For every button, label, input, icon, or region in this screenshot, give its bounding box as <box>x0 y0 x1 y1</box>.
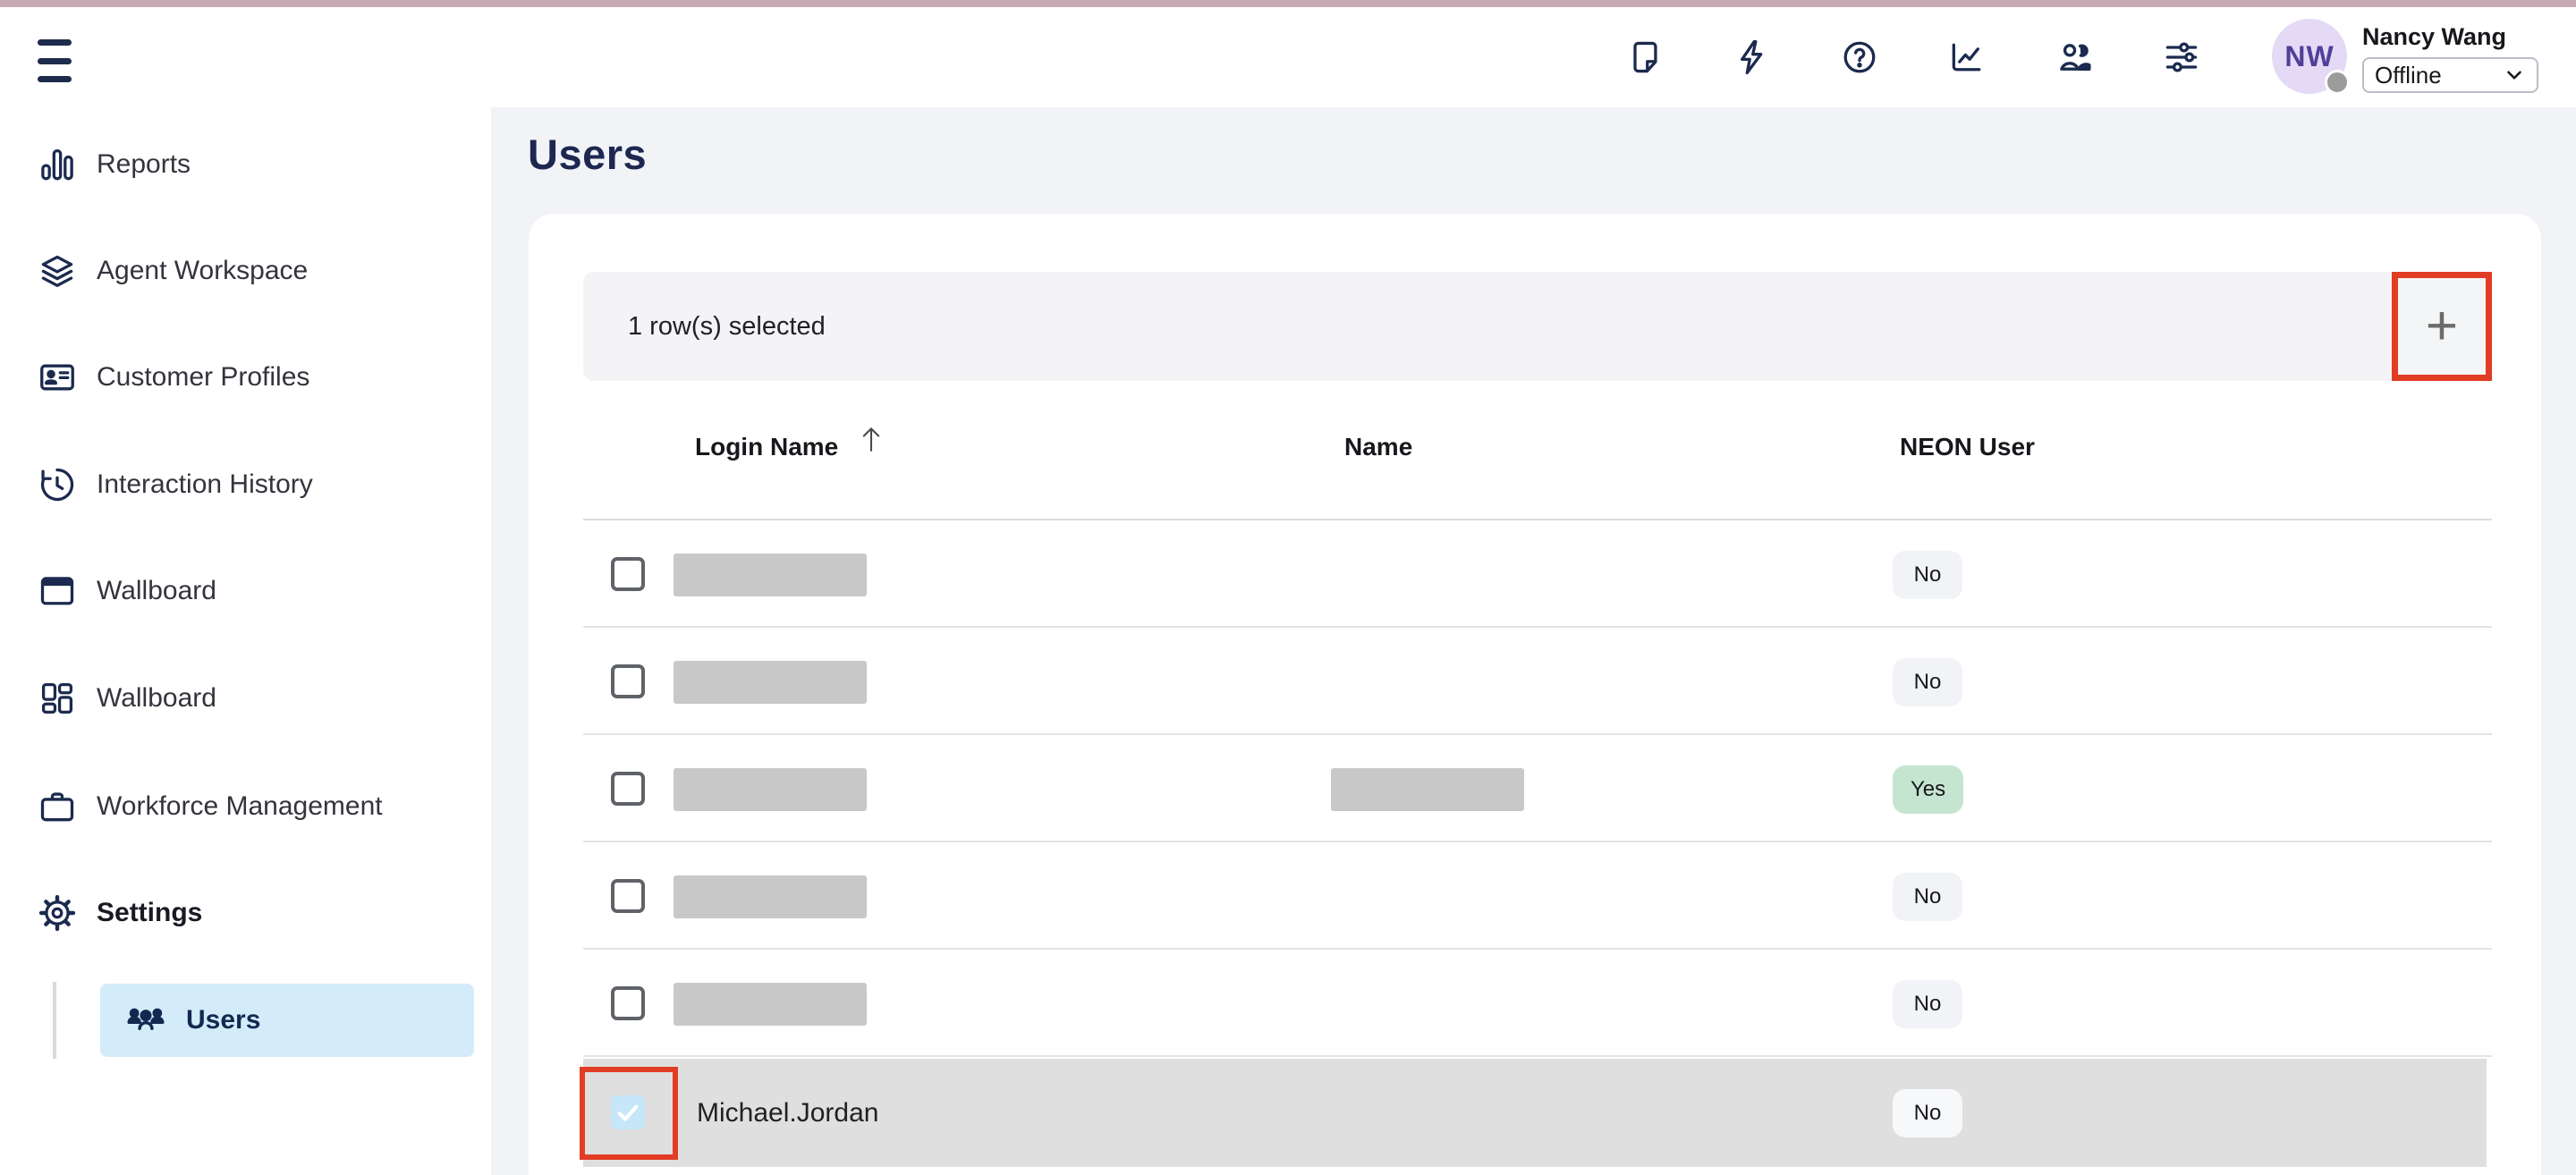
sidebar-item-users[interactable]: Users <box>100 984 474 1057</box>
row-checkbox[interactable] <box>611 986 645 1020</box>
top-accent-line <box>0 0 2576 7</box>
column-header-login-name[interactable]: Login Name <box>695 433 838 461</box>
neon-user-badge: No <box>1893 1089 1962 1137</box>
avatar-initials: NW <box>2284 40 2334 73</box>
hamburger-bar <box>38 58 72 64</box>
users-group-icon <box>125 1000 166 1041</box>
column-header-name[interactable]: Name <box>1344 433 1412 461</box>
add-user-button[interactable]: + <box>2392 272 2492 381</box>
window-icon <box>38 571 77 611</box>
sidebar-item-label: Settings <box>97 898 202 928</box>
sort-ascending-icon[interactable] <box>859 424 884 454</box>
redacted-login-name <box>674 875 867 918</box>
table-toolbar: 1 row(s) selected + <box>583 272 2492 381</box>
table-row[interactable]: No <box>583 950 2492 1057</box>
sidebar-item-label: Wallboard <box>97 576 216 606</box>
sidebar-item-settings[interactable]: Settings <box>0 875 491 951</box>
sidebar-item-wallboard[interactable]: Wallboard <box>0 661 491 736</box>
chevron-down-icon <box>2503 63 2526 87</box>
sidebar-item-label: Agent Workspace <box>97 256 308 286</box>
gear-icon <box>38 893 77 933</box>
sidebar-item-label: Workforce Management <box>97 791 383 822</box>
sidebar-item-reports[interactable]: Reports <box>0 127 491 202</box>
sidebar-item-customer-profiles[interactable]: Customer Profiles <box>0 340 491 415</box>
history-icon <box>38 465 77 504</box>
avatar[interactable]: NW <box>2272 19 2347 94</box>
sidebar: Users Reports Agent Workspace Customer Pro… <box>0 107 491 1175</box>
redacted-login-name <box>674 661 867 704</box>
redacted-name <box>1331 768 1524 811</box>
row-checkbox[interactable] <box>611 664 645 698</box>
status-select-value: Offline <box>2375 62 2442 89</box>
neon-user-badge: No <box>1893 658 1962 706</box>
table-row[interactable]: Yes <box>583 735 2492 842</box>
neon-user-badge: No <box>1893 873 1962 921</box>
sidebar-item-label: Wallboard <box>97 683 216 714</box>
sidebar-item-workforce-management[interactable]: Workforce Management <box>0 769 491 844</box>
row-checkbox[interactable] <box>611 879 645 913</box>
briefcase-icon <box>38 787 77 826</box>
sidebar-item-label: Customer Profiles <box>97 362 309 393</box>
redacted-login-name <box>674 983 867 1026</box>
sidebar-item-label: Reports <box>97 149 191 180</box>
table-row[interactable]: Michael.Jordan No <box>583 1059 2487 1167</box>
row-checkbox[interactable] <box>611 1095 645 1129</box>
bar-chart-icon <box>38 145 77 184</box>
table-header: Login Name Name NEON User <box>583 381 2492 520</box>
hamburger-bar <box>38 39 72 46</box>
sidebar-item-wallboard[interactable]: Wallboard <box>0 554 491 629</box>
user-name: Nancy Wang <box>2362 23 2506 51</box>
redacted-login-name <box>674 768 867 811</box>
table-row[interactable]: No <box>583 520 2492 628</box>
sidebar-item-agent-workspace[interactable]: Agent Workspace <box>0 233 491 309</box>
presence-dot <box>2325 70 2350 95</box>
dashboard-icon <box>38 679 77 718</box>
table-body: No No Yes No No Michael.Jordan No <box>583 520 2492 1167</box>
sidebar-item-interaction-history[interactable]: Interaction History <box>0 447 491 522</box>
sidebar-item-label: Interaction History <box>97 469 313 500</box>
page-title: Users <box>528 130 647 179</box>
column-header-neon-user[interactable]: NEON User <box>1900 433 2035 461</box>
note-icon[interactable] <box>1625 38 1665 77</box>
neon-user-badge: No <box>1893 551 1962 599</box>
users-card: 1 row(s) selected + Login Name Name NEON… <box>529 214 2541 1175</box>
sidebar-indent-line <box>53 982 56 1059</box>
neon-user-badge: Yes <box>1893 765 1963 814</box>
people-icon[interactable] <box>2055 38 2094 77</box>
layers-icon <box>38 251 77 291</box>
lightning-icon[interactable] <box>1733 38 1772 77</box>
sidebar-item-label: Users <box>186 1005 260 1036</box>
login-name-cell: Michael.Jordan <box>697 1059 878 1167</box>
topbar: NW Nancy Wang Offline <box>0 7 2576 107</box>
analytics-icon[interactable] <box>1947 38 1987 77</box>
neon-user-badge: No <box>1893 980 1962 1028</box>
table-row[interactable]: No <box>583 628 2492 735</box>
redacted-login-name <box>674 554 867 596</box>
id-card-icon <box>38 358 77 397</box>
row-checkbox[interactable] <box>611 557 645 591</box>
hamburger-menu-icon[interactable] <box>38 39 73 82</box>
plus-icon: + <box>2426 299 2458 354</box>
topbar-icon-nav <box>1625 7 2269 107</box>
rows-selected-text: 1 row(s) selected <box>628 272 826 381</box>
sliders-icon[interactable] <box>2162 38 2201 77</box>
help-icon[interactable] <box>1840 38 1879 77</box>
status-select[interactable]: Offline <box>2362 57 2538 93</box>
users-table: Login Name Name NEON User NoNoYesNoNoMic… <box>583 381 2492 1167</box>
hamburger-bar <box>38 76 72 82</box>
row-checkbox[interactable] <box>611 772 645 806</box>
table-row[interactable]: No <box>583 842 2492 950</box>
